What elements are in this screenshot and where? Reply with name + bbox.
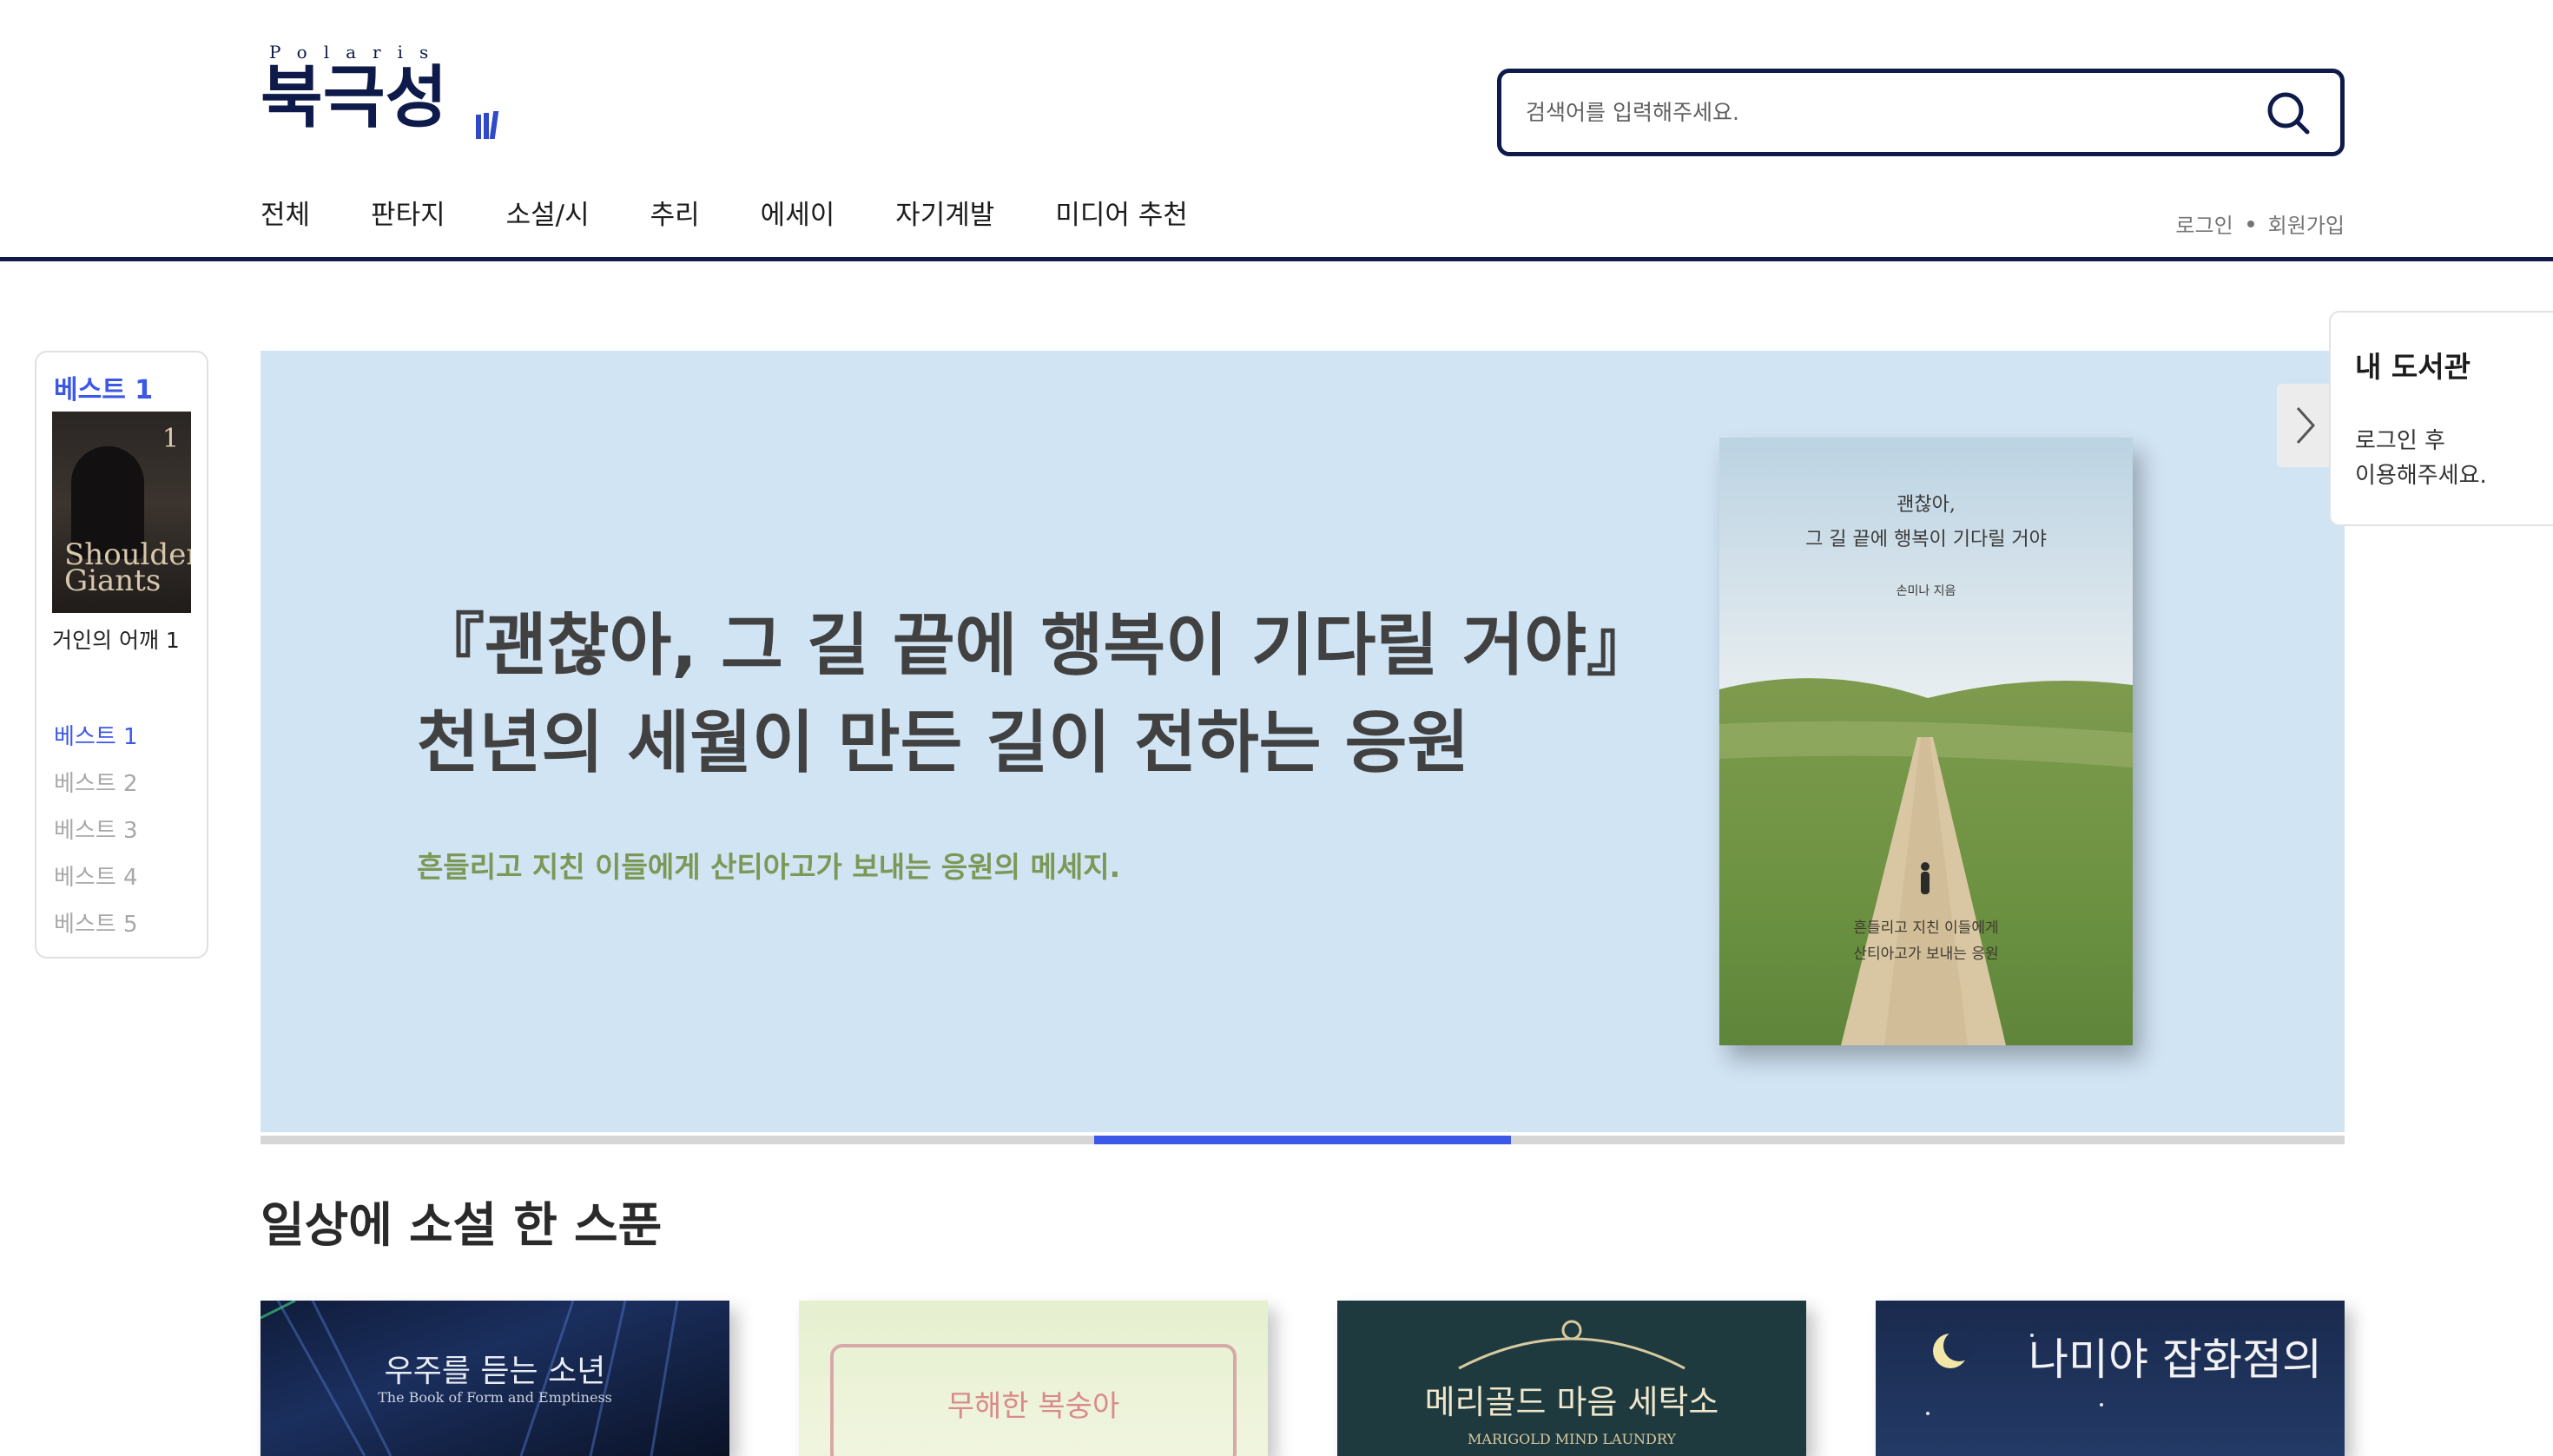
- hero-book-author: 손미나 지음: [1896, 584, 1956, 598]
- chevron-right-icon: [2296, 406, 2316, 445]
- carousel-progress-bar[interactable]: [261, 1136, 2345, 1144]
- main-nav: 전체 판타지 소설/시 추리 에세이 자기계발 미디어 추천: [261, 193, 1249, 236]
- best-rank-item[interactable]: 베스트 5: [54, 901, 138, 948]
- nav-item-novel-poetry[interactable]: 소설/시: [506, 193, 590, 236]
- site-logo[interactable]: Polaris 북극성: [261, 42, 521, 146]
- best-sellers-panel: 베스트 1 1 Shoulders Giants 거인의 어깨 1 베스트 1 …: [35, 351, 208, 959]
- nav-item-self-help[interactable]: 자기계발: [895, 193, 994, 236]
- best-rank-item[interactable]: 베스트 2: [54, 761, 138, 807]
- book-card-row: 우주를 듣는 소년 The Book of Form and Emptiness…: [261, 1301, 2345, 1456]
- book-card-title: 메리골드 마음 세탁소: [1424, 1383, 1719, 1421]
- hero-subtitle: 흔들리고 지친 이들에게 산티아고가 보내는 응원의 메세지.: [417, 850, 1121, 884]
- my-library-title: 내 도서관: [2355, 350, 2471, 384]
- book-card-title: 무해한 복숭아: [947, 1389, 1120, 1424]
- book-card[interactable]: 메리골드 마음 세탁소 MARIGOLD MIND LAUNDRY: [1337, 1301, 1806, 1456]
- logo-wordmark: 북극성: [261, 58, 448, 137]
- best-rank-item[interactable]: 베스트 1: [54, 714, 138, 761]
- best-panel-heading: 베스트 1: [54, 375, 154, 405]
- best-book-title[interactable]: 거인의 어깨 1: [52, 623, 180, 655]
- cover-title-text: Shoulders Giants: [64, 537, 191, 598]
- separator-dot: [2246, 220, 2254, 227]
- books-icon: [476, 111, 504, 139]
- book-card[interactable]: 나미야 잡화점의: [1876, 1301, 2345, 1456]
- hero-book-title-line-1: 괜찮아,: [1897, 494, 1956, 516]
- best-rank-item[interactable]: 베스트 4: [54, 854, 138, 901]
- hero-title-line-2: 천년의 세월이 만든 길이 전하는 응원: [417, 704, 1470, 782]
- my-library-message-line-2: 이용해주세요.: [2355, 463, 2487, 489]
- nav-item-mystery[interactable]: 추리: [650, 193, 700, 236]
- cover-volume-number: 1: [162, 424, 179, 454]
- nav-item-all[interactable]: 전체: [261, 193, 310, 236]
- hero-title: 『괜찮아, 그 길 끝에 행복이 기다릴 거야』 천년의 세월이 만든 길이 전…: [417, 597, 1654, 792]
- login-link[interactable]: 로그인: [2175, 208, 2233, 239]
- header-divider: [0, 257, 2553, 261]
- hero-title-line-1: 『괜찮아, 그 길 끝에 행복이 기다릴 거야』: [417, 607, 1654, 685]
- best-rank-list: 베스트 1 베스트 2 베스트 3 베스트 4 베스트 5: [54, 714, 138, 948]
- hero-banner[interactable]: 『괜찮아, 그 길 끝에 행복이 기다릴 거야』 천년의 세월이 만든 길이 전…: [261, 351, 2345, 1132]
- carousel-next-button[interactable]: [2277, 384, 2332, 467]
- book-card-subtitle: MARIGOLD MIND LAUNDRY: [1468, 1431, 1676, 1447]
- nav-item-essay[interactable]: 에세이: [761, 193, 835, 236]
- section-title: 일상에 소설 한 스푼: [261, 1197, 663, 1253]
- book-card[interactable]: 무해한 복숭아: [799, 1301, 1268, 1456]
- my-library-message: 로그인 후 이용해주세요.: [2355, 424, 2487, 493]
- hero-book-title-line-2: 그 길 끝에 행복이 기다릴 거야: [1805, 529, 2047, 550]
- nav-item-media-picks[interactable]: 미디어 추천: [1055, 193, 1187, 236]
- hero-book-title: 괜찮아, 그 길 끝에 행복이 기다릴 거야: [1719, 488, 2133, 557]
- book-card-title: 우주를 듣는 소년: [384, 1354, 606, 1389]
- search-input[interactable]: [1526, 73, 2238, 152]
- best-rank-item[interactable]: 베스트 3: [54, 807, 138, 854]
- book-card-title: 나미야 잡화점의: [2029, 1334, 2322, 1385]
- signup-link[interactable]: 회원가입: [2268, 208, 2345, 239]
- my-library-panel: 내 도서관 로그인 후 이용해주세요.: [2329, 311, 2553, 526]
- search-icon[interactable]: [2266, 90, 2311, 135]
- best-book-cover[interactable]: 1 Shoulders Giants: [52, 412, 191, 613]
- auth-links: 로그인 회원가입: [2175, 208, 2345, 239]
- hero-book-tagline-line-2: 산티아고가 보내는 응원: [1853, 945, 1999, 963]
- carousel-progress-fill: [1094, 1136, 1511, 1144]
- hero-book-cover[interactable]: 괜찮아, 그 길 끝에 행복이 기다릴 거야 손미나 지음 흔들리고 지친 이들…: [1719, 438, 2133, 1045]
- hero-book-tagline: 흔들리고 지친 이들에게 산티아고가 보내는 응원: [1719, 915, 2133, 967]
- search-box: [1497, 69, 2345, 156]
- my-library-message-line-1: 로그인 후: [2355, 428, 2445, 454]
- book-card[interactable]: 우주를 듣는 소년 The Book of Form and Emptiness: [261, 1301, 729, 1456]
- hero-book-tagline-line-1: 흔들리고 지친 이들에게: [1853, 919, 1999, 937]
- nav-item-fantasy[interactable]: 판타지: [371, 193, 445, 236]
- book-card-subtitle: The Book of Form and Emptiness: [378, 1389, 612, 1406]
